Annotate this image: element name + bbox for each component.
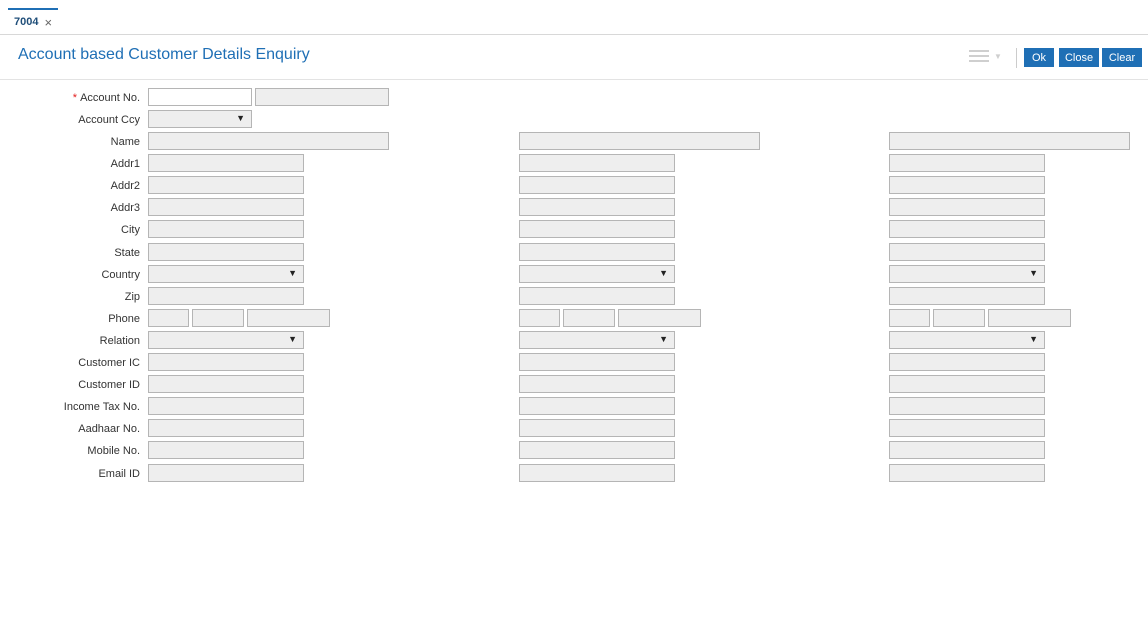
mobile-no-field-2 (519, 441, 675, 459)
email-id-label: Email ID (98, 468, 140, 480)
city-field-2 (519, 220, 675, 238)
state-field-1 (148, 243, 304, 261)
zip-field-3 (889, 287, 1045, 305)
tab-bar: 7004 × (0, 0, 1148, 35)
customer-ic-label: Customer IC (78, 357, 140, 369)
chevron-down-icon: ▼ (994, 52, 1002, 61)
income-tax-no-field-3 (889, 397, 1045, 415)
email-id-field-2 (519, 464, 675, 482)
addr2-label: Addr2 (110, 180, 140, 192)
dropdown-arrow-icon: ▼ (288, 268, 297, 278)
account-no-input[interactable] (148, 88, 252, 106)
phone-field-3-part-3 (988, 309, 1071, 327)
income-tax-no-label: Income Tax No. (63, 401, 140, 413)
dropdown-arrow-icon: ▼ (288, 334, 297, 344)
close-icon[interactable]: × (44, 16, 52, 29)
dropdown-arrow-icon: ▼ (1029, 334, 1038, 344)
city-field-3 (889, 220, 1045, 238)
phone-field-2-part-2 (563, 309, 615, 327)
close-button[interactable]: Close (1059, 48, 1099, 67)
phone-field-1-part-2 (192, 309, 244, 327)
city-label: City (121, 224, 140, 236)
addr1-field-2 (519, 154, 675, 172)
relation-select-3: ▼ (889, 331, 1045, 349)
relation-select-2: ▼ (519, 331, 675, 349)
addr3-label: Addr3 (110, 202, 140, 214)
phone-field-2-part-1 (519, 309, 560, 327)
clear-button[interactable]: Clear (1102, 48, 1142, 67)
customer-id-label: Customer ID (78, 379, 140, 391)
toolbar-separator (1016, 48, 1017, 68)
income-tax-no-field-2 (519, 397, 675, 415)
name-label: Name (110, 136, 140, 148)
state-field-2 (519, 243, 675, 261)
customer-ic-field-3 (889, 353, 1045, 371)
state-label: State (114, 247, 140, 259)
hamburger-menu-icon[interactable]: ▼ (969, 50, 1003, 66)
country-label: Country (101, 269, 140, 281)
aadhaar-no-field-1 (148, 419, 304, 437)
addr2-field-1 (148, 176, 304, 194)
dropdown-arrow-icon: ▼ (659, 268, 668, 278)
addr3-field-3 (889, 198, 1045, 216)
title-bar: Account based Customer Details Enquiry ▼… (0, 34, 1148, 80)
country-select-3: ▼ (889, 265, 1045, 283)
name-field-1 (148, 132, 389, 150)
dropdown-arrow-icon: ▼ (236, 113, 245, 123)
phone-field-3-part-1 (889, 309, 930, 327)
aadhaar-no-field-2 (519, 419, 675, 437)
phone-field-1-part-3 (247, 309, 330, 327)
zip-field-2 (519, 287, 675, 305)
addr2-field-3 (889, 176, 1045, 194)
customer-id-field-1 (148, 375, 304, 393)
email-id-field-3 (889, 464, 1045, 482)
customer-ic-field-1 (148, 353, 304, 371)
addr2-field-2 (519, 176, 675, 194)
name-field-3 (889, 132, 1130, 150)
mobile-no-label: Mobile No. (87, 445, 140, 457)
aadhaar-no-field-3 (889, 419, 1045, 437)
ok-button[interactable]: Ok (1024, 48, 1054, 67)
required-marker: * (72, 92, 78, 104)
addr3-field-2 (519, 198, 675, 216)
account-no-label: * Account No. (72, 92, 140, 104)
country-select-1: ▼ (148, 265, 304, 283)
name-field-2 (519, 132, 760, 150)
phone-field-3-part-2 (933, 309, 985, 327)
phone-field-1-part-1 (148, 309, 189, 327)
phone-field-2-part-3 (618, 309, 701, 327)
tab-label: 7004 (14, 16, 39, 28)
state-field-3 (889, 243, 1045, 261)
account-ccy-label: Account Ccy (78, 114, 140, 126)
account-name-display (255, 88, 389, 106)
relation-label: Relation (99, 335, 140, 347)
addr1-field-1 (148, 154, 304, 172)
country-select-2: ▼ (519, 265, 675, 283)
mobile-no-field-1 (148, 441, 304, 459)
dropdown-arrow-icon: ▼ (1029, 268, 1038, 278)
customer-id-field-3 (889, 375, 1045, 393)
zip-field-1 (148, 287, 304, 305)
tab-7004[interactable]: 7004 × (8, 8, 59, 34)
addr1-label: Addr1 (110, 158, 140, 170)
city-field-1 (148, 220, 304, 238)
customer-ic-field-2 (519, 353, 675, 371)
email-id-field-1 (148, 464, 304, 482)
addr3-field-1 (148, 198, 304, 216)
customer-id-field-2 (519, 375, 675, 393)
income-tax-no-field-1 (148, 397, 304, 415)
aadhaar-no-label: Aadhaar No. (78, 423, 140, 435)
relation-select-1: ▼ (148, 331, 304, 349)
dropdown-arrow-icon: ▼ (659, 334, 668, 344)
phone-label: Phone (108, 313, 140, 325)
page-title: Account based Customer Details Enquiry (18, 46, 310, 63)
addr1-field-3 (889, 154, 1045, 172)
account-ccy-select[interactable]: ▼ (148, 110, 252, 128)
mobile-no-field-3 (889, 441, 1045, 459)
zip-label: Zip (124, 291, 140, 303)
